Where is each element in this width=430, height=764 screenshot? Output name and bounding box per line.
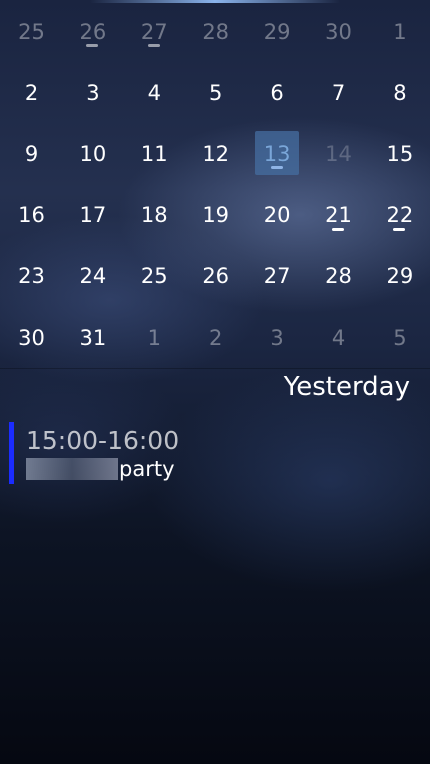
day-number: 2 <box>24 80 39 105</box>
day-number: 1 <box>393 19 407 44</box>
calendar-day[interactable]: 28 <box>308 246 369 307</box>
event-indicator <box>332 227 344 231</box>
agenda-section-title: Yesterday <box>283 372 410 402</box>
calendar-day[interactable]: 25 <box>124 246 185 307</box>
month-grid: 25 26 27 28 29 30 1 2 3 4 5 6 7 8 9 10 11 12 13 14 15 16 17 18 1… <box>0 0 430 368</box>
day-number: 16 <box>18 203 45 228</box>
day-number: 17 <box>79 203 107 228</box>
calendar-day[interactable]: 11 <box>124 123 185 184</box>
day-number: 30 <box>325 19 352 44</box>
agenda-event[interactable]: 15:00-16:00 party <box>9 420 389 486</box>
day-number: 15 <box>386 141 414 166</box>
day-number: 26 <box>79 19 107 44</box>
calendar-day[interactable]: 5 <box>369 307 430 368</box>
day-number: 5 <box>209 80 223 105</box>
calendar-day[interactable]: 9 <box>1 123 62 184</box>
day-number: 29 <box>263 19 291 44</box>
day-number: 13 <box>263 141 291 166</box>
event-title: party <box>26 457 175 481</box>
day-number: 3 <box>270 325 284 350</box>
calendar-day-today[interactable]: 13 <box>247 123 308 184</box>
calendar-day[interactable]: 17 <box>62 185 123 246</box>
day-number: 25 <box>140 264 168 289</box>
calendar-day[interactable]: 4 <box>124 62 185 123</box>
day-number: 21 <box>325 203 352 228</box>
calendar-day[interactable]: 30 <box>308 1 369 62</box>
calendar-day[interactable]: 1 <box>369 1 430 62</box>
day-number: 25 <box>18 19 45 44</box>
calendar-day[interactable]: 12 <box>185 123 246 184</box>
day-number: 14 <box>325 141 352 166</box>
day-number: 18 <box>140 203 168 228</box>
day-number: 6 <box>270 80 284 105</box>
day-number: 10 <box>79 141 107 166</box>
calendar-day[interactable]: 26 <box>185 246 246 307</box>
day-number: 2 <box>209 325 223 350</box>
calendar-day[interactable]: 18 <box>124 185 185 246</box>
day-number: 28 <box>202 19 230 44</box>
day-number: 23 <box>18 264 45 289</box>
calendar-day[interactable]: 28 <box>185 1 246 62</box>
calendar-day[interactable]: 27 <box>124 1 185 62</box>
calendar-day[interactable]: 29 <box>369 246 430 307</box>
event-indicator <box>86 44 99 47</box>
calendar-day[interactable]: 24 <box>62 246 123 307</box>
calendar-day[interactable]: 2 <box>1 62 62 123</box>
event-indicator <box>270 166 283 170</box>
event-indicator <box>147 44 160 47</box>
day-number: 29 <box>386 264 414 289</box>
day-number: 24 <box>79 264 107 289</box>
calendar-day[interactable]: 4 <box>308 307 369 368</box>
calendar-day[interactable]: 7 <box>308 62 369 123</box>
day-number: 9 <box>24 141 39 166</box>
calendar-day[interactable]: 1 <box>124 307 185 368</box>
day-number: 19 <box>202 203 230 228</box>
calendar-day[interactable]: 21 <box>308 185 369 246</box>
day-number: 12 <box>202 141 230 166</box>
calendar-day[interactable]: 19 <box>185 185 246 246</box>
day-number: 4 <box>147 80 161 105</box>
calendar-day[interactable]: 23 <box>1 246 62 307</box>
day-number: 3 <box>86 80 100 105</box>
calendar-day[interactable]: 31 <box>62 307 123 368</box>
calendar-day[interactable]: 15 <box>369 123 430 184</box>
day-number: 27 <box>140 19 168 44</box>
calendar-day[interactable]: 8 <box>369 62 430 123</box>
calendar-day[interactable]: 16 <box>1 185 62 246</box>
event-indicator <box>393 227 406 231</box>
calendar-day[interactable]: 10 <box>62 123 123 184</box>
calendar-day[interactable]: 3 <box>62 62 123 123</box>
calendar-day[interactable]: 22 <box>369 185 430 246</box>
calendar-day[interactable]: 6 <box>247 62 308 123</box>
event-time: 15:00-16:00 <box>26 426 180 455</box>
calendar-day[interactable]: 20 <box>247 185 308 246</box>
grid-divider <box>0 368 430 369</box>
day-number: 20 <box>263 203 291 228</box>
day-number: 27 <box>263 264 291 289</box>
day-number: 5 <box>393 325 407 350</box>
calendar-day[interactable]: 29 <box>247 1 308 62</box>
calendar-day[interactable]: 26 <box>62 1 123 62</box>
day-number: 7 <box>331 80 346 105</box>
calendar-day[interactable]: 30 <box>1 307 62 368</box>
calendar-day[interactable]: 5 <box>185 62 246 123</box>
calendar-day[interactable]: 3 <box>247 307 308 368</box>
day-number: 30 <box>18 325 45 350</box>
day-number: 4 <box>331 325 346 350</box>
calendar-day[interactable]: 25 <box>1 1 62 62</box>
day-number: 8 <box>393 80 407 105</box>
day-number: 28 <box>325 264 352 289</box>
calendar-day[interactable]: 14 <box>308 123 369 184</box>
day-number: 11 <box>140 141 168 166</box>
day-number: 22 <box>386 203 414 228</box>
day-number: 31 <box>79 325 107 350</box>
calendar-day[interactable]: 2 <box>185 307 246 368</box>
event-color-bar <box>9 422 14 484</box>
day-number: 26 <box>202 264 230 289</box>
event-title-text: party <box>119 457 175 481</box>
redacted-text <box>26 458 118 480</box>
calendar-day[interactable]: 27 <box>247 246 308 307</box>
day-number: 1 <box>147 325 161 350</box>
